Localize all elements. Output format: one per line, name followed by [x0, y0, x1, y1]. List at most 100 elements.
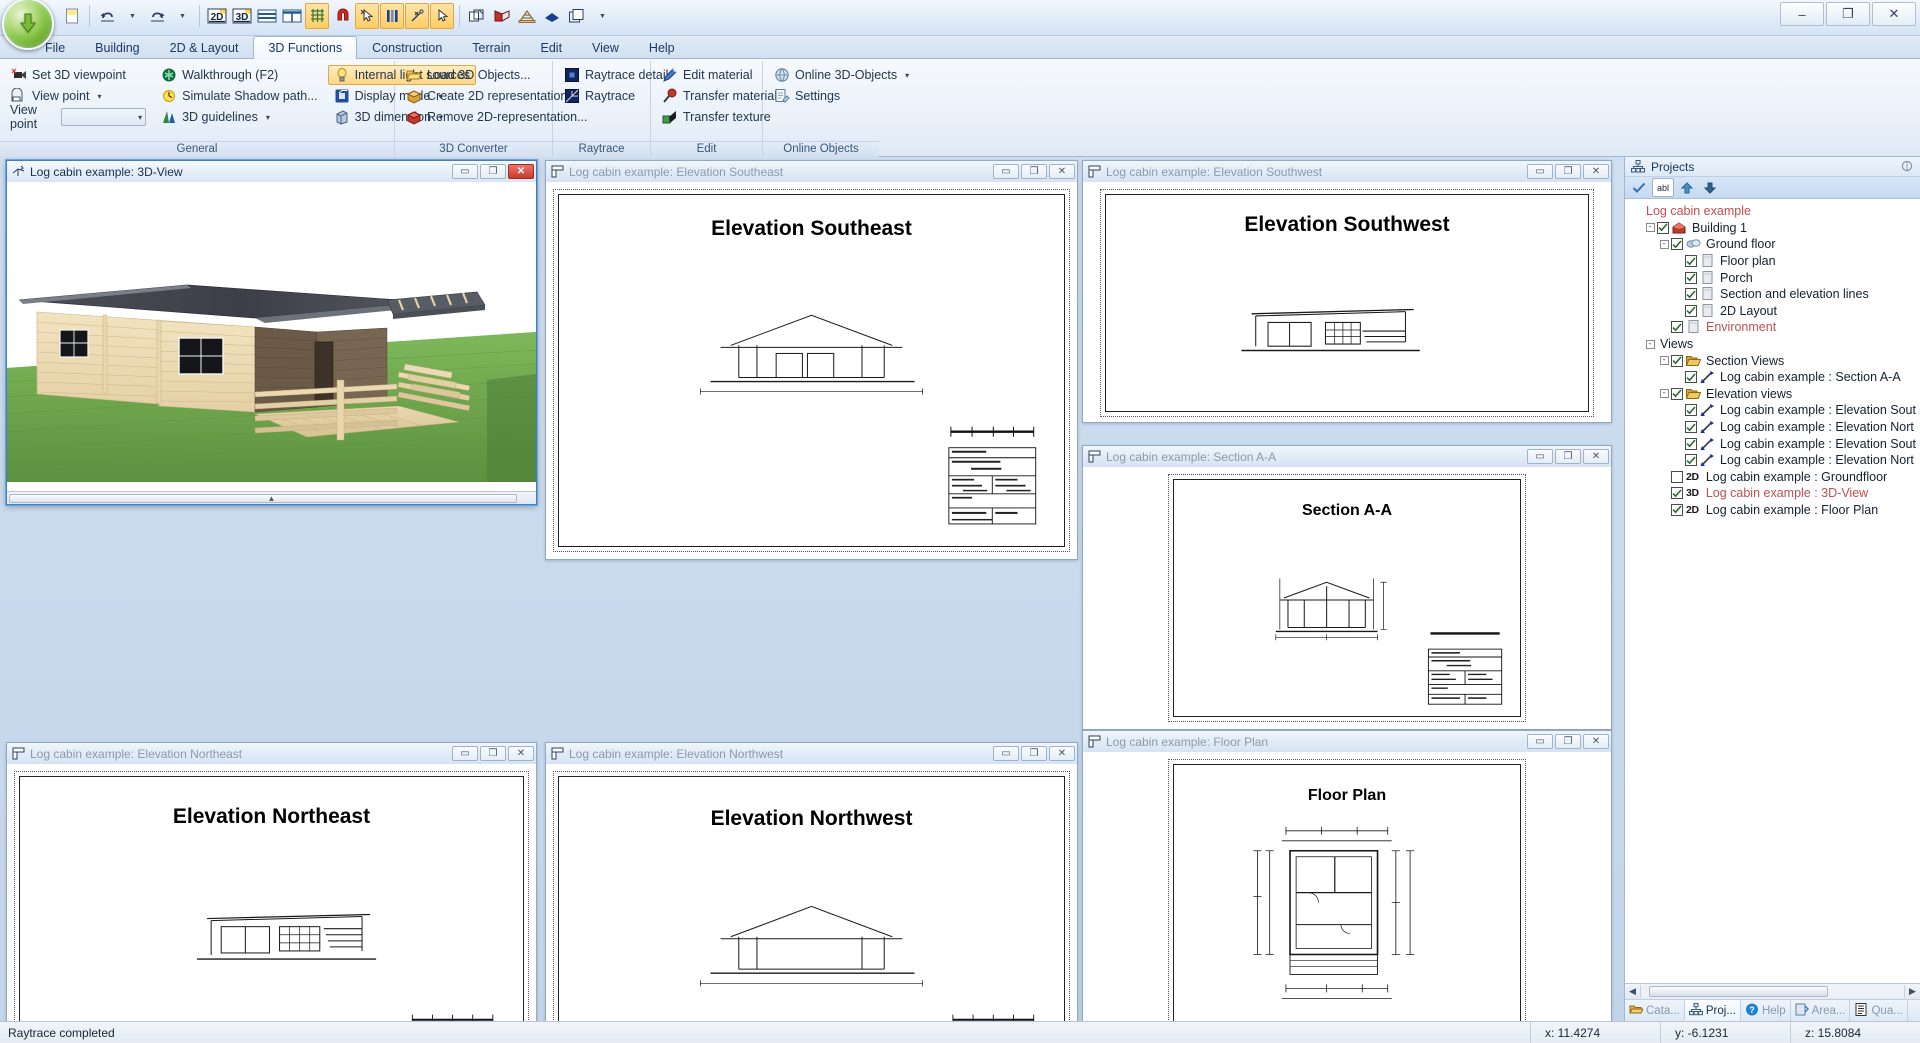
panel-options-icon[interactable]: [1901, 160, 1914, 173]
drawing-sheet-elevation-southwest[interactable]: Elevation Southwest: [1100, 189, 1594, 417]
tree-expander-icon[interactable]: -: [1657, 389, 1671, 399]
maximize-button[interactable]: ❐: [1826, 2, 1870, 26]
window-3d-view-close[interactable]: ✕: [508, 164, 534, 179]
tree-item-checkbox[interactable]: [1685, 271, 1697, 284]
tree-item[interactable]: 2D Log cabin example : Floor Plan: [1625, 502, 1920, 519]
window-elevation-southwest[interactable]: Log cabin example: Elevation Southwest ▭…: [1082, 160, 1612, 423]
tree-item-checkbox[interactable]: [1685, 454, 1697, 467]
view-point-select[interactable]: ▾: [61, 108, 147, 126]
tree-item[interactable]: Log cabin example : Elevation Sout: [1625, 435, 1920, 452]
ribbon-tab-construction[interactable]: Construction: [357, 36, 457, 58]
ribbon-button-3d-guidelines[interactable]: 3D guidelines ▾: [155, 107, 324, 127]
drawing-sheet-elevation-southeast[interactable]: Elevation Southeast: [553, 189, 1070, 552]
chevron-down-icon[interactable]: ▾: [138, 113, 142, 122]
tree-item[interactable]: Log cabin example : Section A-A: [1625, 369, 1920, 386]
window-floor-plan-titlebar[interactable]: Log cabin example: Floor Plan ▭ ❐ ✕: [1083, 731, 1611, 752]
qat-undo-button[interactable]: [95, 3, 119, 29]
window-elevation-northeast-maximize[interactable]: ❐: [480, 746, 506, 761]
window-elevation-southwest-titlebar[interactable]: Log cabin example: Elevation Southwest ▭…: [1083, 161, 1611, 182]
panel-tab-cata[interactable]: Cata...: [1625, 1000, 1685, 1021]
minimize-button[interactable]: –: [1780, 2, 1824, 26]
panel-tab-qua[interactable]: Qua...: [1850, 1000, 1908, 1021]
qat-select-object-button[interactable]: [355, 3, 379, 29]
tree-expander-icon[interactable]: -: [1657, 356, 1671, 366]
ribbon-button-settings[interactable]: Settings: [768, 86, 915, 106]
qat-new-document[interactable]: [60, 3, 84, 29]
window-elevation-southeast-close[interactable]: ✕: [1049, 164, 1075, 179]
window-floor-plan[interactable]: Log cabin example: Floor Plan ▭ ❐ ✕ Floo…: [1082, 730, 1612, 1021]
drawing-sheet-elevation-northwest[interactable]: Elevation Northwest: [553, 771, 1070, 1021]
ribbon-button-simulate-shadow-path[interactable]: Simulate Shadow path...: [155, 86, 324, 106]
projects-tree[interactable]: Log cabin example - Building 1 - Ground floo…: [1625, 199, 1920, 983]
chevron-down-icon[interactable]: ▾: [97, 92, 101, 101]
tree-item-checkbox[interactable]: [1671, 354, 1683, 367]
tree-item[interactable]: - Views: [1625, 336, 1920, 353]
window-elevation-northwest[interactable]: Log cabin example: Elevation Northwest ▭…: [545, 742, 1078, 1021]
window-elevation-northeast-minimize[interactable]: ▭: [452, 746, 478, 761]
tree-item[interactable]: - Elevation views: [1625, 386, 1920, 403]
scroll-right-arrow[interactable]: ▶: [1905, 986, 1920, 997]
qat-layers-button[interactable]: [565, 3, 589, 29]
window-elevation-southwest-close[interactable]: ✕: [1583, 164, 1609, 179]
window-floor-plan-minimize[interactable]: ▭: [1527, 734, 1553, 749]
ribbon-tab-terrain[interactable]: Terrain: [457, 36, 525, 58]
projects-horizontal-scrollbar[interactable]: ◀ ▶: [1625, 983, 1920, 999]
ribbon-tab-building[interactable]: Building: [80, 36, 154, 58]
tree-item-checkbox[interactable]: [1671, 470, 1683, 483]
ribbon-tab-2d-layout[interactable]: 2D & Layout: [155, 36, 254, 58]
window-section-aa-close[interactable]: ✕: [1583, 449, 1609, 464]
tree-item-checkbox[interactable]: [1685, 371, 1697, 384]
tree-item[interactable]: Section and elevation lines: [1625, 286, 1920, 303]
qat-copy-object-button[interactable]: [465, 3, 489, 29]
ribbon-button-set-3d-viewpoint[interactable]: Set 3D viewpoint: [5, 65, 151, 85]
qat-3d-mode-button[interactable]: 3D: [230, 3, 254, 29]
ribbon-tab-edit[interactable]: Edit: [526, 36, 578, 58]
window-floor-plan-maximize[interactable]: ❐: [1555, 734, 1581, 749]
move-up-button[interactable]: [1677, 178, 1697, 197]
tree-item[interactable]: Environment: [1625, 319, 1920, 336]
window-elevation-southeast-titlebar[interactable]: Log cabin example: Elevation Southeast ▭…: [546, 161, 1077, 182]
panel-tab-proj[interactable]: Proj...: [1684, 1000, 1741, 1021]
window-elevation-southeast-maximize[interactable]: ❐: [1021, 164, 1047, 179]
tree-expander-icon[interactable]: -: [1643, 339, 1657, 349]
tree-item-checkbox[interactable]: [1685, 421, 1697, 434]
window-elevation-southwest-maximize[interactable]: ❐: [1555, 164, 1581, 179]
viewport-3d[interactable]: ▲: [7, 182, 536, 504]
tree-item[interactable]: 2D Layout: [1625, 303, 1920, 320]
ribbon-button-walkthrough-f2[interactable]: Walkthrough (F2): [155, 65, 324, 85]
rename-abl-button[interactable]: abl: [1652, 178, 1674, 197]
scroll-thumb[interactable]: [1649, 986, 1828, 997]
window-elevation-northeast-close[interactable]: ✕: [508, 746, 534, 761]
tree-item[interactable]: Floor plan: [1625, 253, 1920, 270]
qat-2d-mode-button[interactable]: 2D: [205, 3, 229, 29]
qat-wall-tool-button[interactable]: [380, 3, 404, 29]
window-elevation-northwest-close[interactable]: ✕: [1049, 746, 1075, 761]
ribbon-button-online-3d-objects[interactable]: Online 3D-Objects ▾: [768, 65, 915, 85]
tree-item-checkbox[interactable]: [1671, 503, 1683, 516]
qat-dropdown-button[interactable]: ▼: [590, 3, 614, 29]
move-down-button[interactable]: [1700, 178, 1720, 197]
window-section-aa-titlebar[interactable]: Log cabin example: Section A-A ▭ ❐ ✕: [1083, 446, 1611, 467]
drawing-sheet-elevation-northeast[interactable]: Elevation Northeast: [14, 771, 529, 1021]
tree-item-checkbox[interactable]: [1671, 487, 1683, 500]
window-elevation-northwest-minimize[interactable]: ▭: [993, 746, 1019, 761]
tree-item-checkbox[interactable]: [1685, 288, 1697, 301]
window-section-aa-maximize[interactable]: ❐: [1555, 449, 1581, 464]
window-section-aa-minimize[interactable]: ▭: [1527, 449, 1553, 464]
window-section-aa[interactable]: Log cabin example: Section A-A ▭ ❐ ✕ Sec…: [1082, 445, 1612, 730]
qat-roof-tool-button[interactable]: [490, 3, 514, 29]
tree-item-checkbox[interactable]: [1671, 321, 1683, 334]
ribbon-tab-view[interactable]: View: [577, 36, 634, 58]
window-3d-view-titlebar[interactable]: Log cabin example: 3D-View ▭ ❐ ✕: [7, 161, 536, 182]
tree-item[interactable]: Log cabin example: [1625, 203, 1920, 220]
panel-tab-help[interactable]: ? Help: [1741, 1000, 1791, 1021]
qat-pointer-button[interactable]: [430, 3, 454, 29]
ribbon-tab-help[interactable]: Help: [634, 36, 690, 58]
window-elevation-northwest-titlebar[interactable]: Log cabin example: Elevation Northwest ▭…: [546, 743, 1077, 764]
qat-split-vertical-button[interactable]: [280, 3, 304, 29]
close-button[interactable]: ✕: [1872, 2, 1916, 26]
scroll-track[interactable]: [1640, 985, 1905, 998]
window-3d-view-maximize[interactable]: ❐: [480, 164, 506, 179]
qat-grid-toggle-button[interactable]: [305, 3, 329, 29]
window-floor-plan-close[interactable]: ✕: [1583, 734, 1609, 749]
